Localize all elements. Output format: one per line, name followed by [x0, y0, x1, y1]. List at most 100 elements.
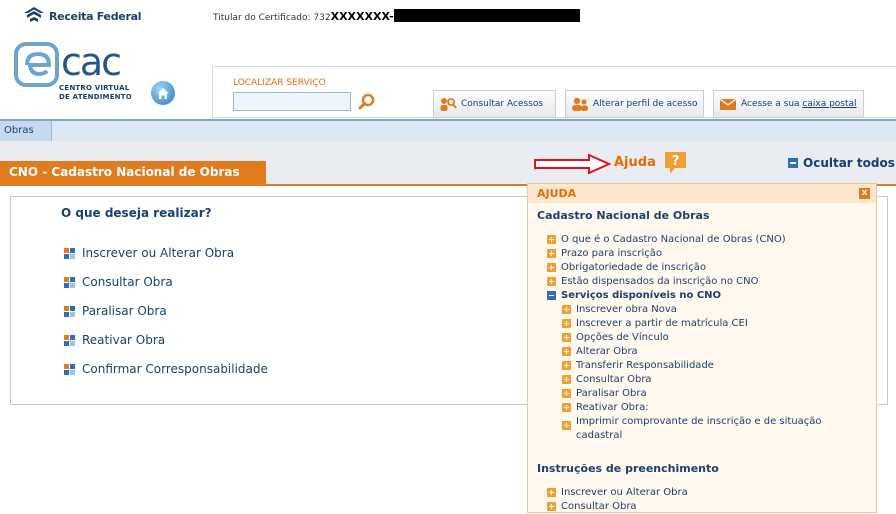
help-item[interactable]: Consultar Obra	[547, 500, 637, 514]
help-subitem[interactable]: Paralisar Obra	[562, 387, 647, 401]
help-subitem-label: Transferir Responsabilidade	[576, 360, 714, 371]
ecac-e-icon	[14, 42, 59, 87]
close-icon[interactable]: x	[859, 188, 870, 199]
help-subitem-label: Inscrever a partir de matrícula CEI	[576, 318, 748, 329]
option-label: Consultar Obra	[82, 275, 173, 289]
search-input[interactable]	[233, 92, 351, 111]
certificate-holder: Titular do Certificado: 732XXXXXXX-	[213, 9, 580, 23]
option-bullet-icon	[64, 305, 75, 317]
expand-icon	[547, 235, 556, 244]
nav-bar: Obras	[0, 119, 896, 141]
search-label: LOCALIZAR SERVIÇO	[233, 78, 326, 88]
help-subitem[interactable]: Reativar Obra:	[562, 401, 649, 415]
help-subitem-label: Paralisar Obra	[576, 388, 647, 399]
option-consultar-obra[interactable]: Consultar Obra	[64, 275, 173, 289]
caixa-postal-link[interactable]: caixa postal	[802, 99, 856, 109]
mail-icon	[719, 98, 737, 110]
option-paralisar-obra[interactable]: Paralisar Obra	[64, 304, 167, 318]
nav-item-obras[interactable]: Obras	[0, 121, 52, 141]
option-confirmar-corresponsabilidade[interactable]: Confirmar Corresponsabilidade	[64, 362, 268, 376]
svg-text:?: ?	[672, 154, 680, 169]
help-item[interactable]: Inscrever ou Alterar Obra	[547, 486, 688, 500]
expand-icon	[562, 319, 571, 328]
option-bullet-icon	[64, 363, 75, 375]
help-subitem[interactable]: Alterar Obra	[562, 345, 638, 359]
page-title: CNO - Cadastro Nacional de Obras	[0, 161, 266, 184]
search-icon[interactable]	[358, 93, 376, 111]
ocultar-todos-label: Ocultar todos	[803, 156, 895, 170]
help-subitem[interactable]: Inscrever obra Nova	[562, 303, 677, 317]
collapse-icon	[547, 291, 556, 300]
help-question-icon[interactable]: ?	[664, 151, 687, 175]
help-subitem[interactable]: Imprimir comprovante de inscrição e de s…	[562, 415, 826, 443]
alterar-perfil-button[interactable]: Alterar perfil de acesso	[565, 90, 704, 118]
help-section-title: Instruções de preenchimento	[537, 462, 719, 475]
expand-icon	[562, 403, 571, 412]
help-item-label: Estão dispensados da inscrição no CNO	[561, 276, 759, 287]
help-item-label: Obrigatoriedade de inscrição	[561, 262, 706, 273]
help-item[interactable]: Estão dispensados da inscrição no CNO	[547, 275, 759, 289]
help-item-label: Prazo para inscrição	[561, 248, 662, 259]
help-item-label: O que é o Cadastro Nacional de Obras (CN…	[561, 234, 786, 245]
receita-seal-icon	[24, 7, 44, 22]
help-item-expanded[interactable]: Serviços disponíveis no CNO	[547, 289, 721, 303]
user-profile-icon	[572, 97, 588, 111]
ecac-subtitle-line1: CENTRO VIRTUAL	[59, 84, 130, 92]
help-subitem-label: Alterar Obra	[576, 346, 638, 357]
help-item-label: Inscrever ou Alterar Obra	[561, 487, 688, 498]
help-subitem[interactable]: Inscrever a partir de matrícula CEI	[562, 317, 748, 331]
option-label: Reativar Obra	[82, 333, 166, 347]
pointer-arrow-icon	[534, 153, 611, 175]
certificate-label: Titular do Certificado: 732	[213, 13, 331, 23]
expand-icon	[547, 488, 556, 497]
home-icon[interactable]	[151, 81, 175, 105]
help-panel: AJUDA x Cadastro Nacional de Obras O que…	[527, 183, 877, 513]
help-subitem-label: Opções de Vínculo	[576, 332, 669, 343]
expand-icon	[562, 421, 571, 430]
certificate-id: XXXXXXX-	[330, 10, 394, 23]
consultar-acessos-label: Consultar Acessos	[461, 99, 544, 109]
expand-icon	[562, 389, 571, 398]
help-subitem[interactable]: Transferir Responsabilidade	[562, 359, 714, 373]
option-reativar-obra[interactable]: Reativar Obra	[64, 333, 165, 347]
help-subitem-label: Imprimir comprovante de inscrição e de s…	[576, 416, 822, 441]
option-bullet-icon	[64, 334, 75, 346]
caixa-postal-button[interactable]: Acesse a sua caixa postal	[713, 90, 864, 118]
consultar-acessos-button[interactable]: Consultar Acessos	[433, 90, 556, 118]
alterar-perfil-label: Alterar perfil de acesso	[593, 99, 698, 109]
help-item[interactable]: O que é o Cadastro Nacional de Obras (CN…	[547, 233, 786, 247]
caixa-postal-prefix: Acesse a sua	[741, 99, 803, 109]
option-bullet-icon	[64, 276, 75, 288]
expand-icon	[562, 305, 571, 314]
certificate-redaction	[393, 9, 580, 22]
option-label: Paralisar Obra	[82, 304, 167, 318]
help-section-title: Cadastro Nacional de Obras	[537, 209, 710, 222]
question-heading: O que deseja realizar?	[61, 206, 212, 220]
expand-icon	[562, 333, 571, 342]
help-subitem-label: Consultar Obra	[576, 374, 652, 385]
help-item-label: Consultar Obra	[561, 501, 637, 512]
help-subitem[interactable]: Opções de Vínculo	[562, 331, 669, 345]
users-search-icon	[440, 98, 457, 111]
expand-icon	[547, 249, 556, 258]
option-inscrever-alterar-obra[interactable]: Inscrever ou Alterar Obra	[64, 246, 234, 260]
ecac-subtitle-line2: DE ATENDIMENTO	[59, 93, 132, 101]
ajuda-link[interactable]: Ajuda	[614, 155, 656, 170]
ecac-subtitle: CENTRO VIRTUAL DE ATENDIMENTO	[59, 84, 132, 102]
receita-federal-logo[interactable]: Receita Federal	[22, 6, 141, 26]
ocultar-todos-button[interactable]: Ocultar todos	[788, 156, 895, 170]
option-label: Confirmar Corresponsabilidade	[82, 362, 268, 376]
ecac-logo[interactable]: cac CENTRO VIRTUAL DE ATENDIMENTO	[14, 42, 134, 106]
expand-icon	[562, 347, 571, 356]
help-item-label: Serviços disponíveis no CNO	[561, 290, 722, 301]
option-label: Inscrever ou Alterar Obra	[82, 246, 235, 260]
expand-icon	[547, 263, 556, 272]
collapse-icon	[788, 158, 798, 168]
caixa-postal-text: Acesse a sua caixa postal	[741, 99, 857, 109]
help-subitem-label: Reativar Obra:	[576, 402, 649, 413]
help-item[interactable]: Obrigatoriedade de inscrição	[547, 261, 706, 275]
help-item[interactable]: Prazo para inscrição	[547, 247, 662, 261]
ecac-text: cac	[61, 40, 122, 84]
expand-icon	[562, 361, 571, 370]
help-subitem[interactable]: Consultar Obra	[562, 373, 652, 387]
